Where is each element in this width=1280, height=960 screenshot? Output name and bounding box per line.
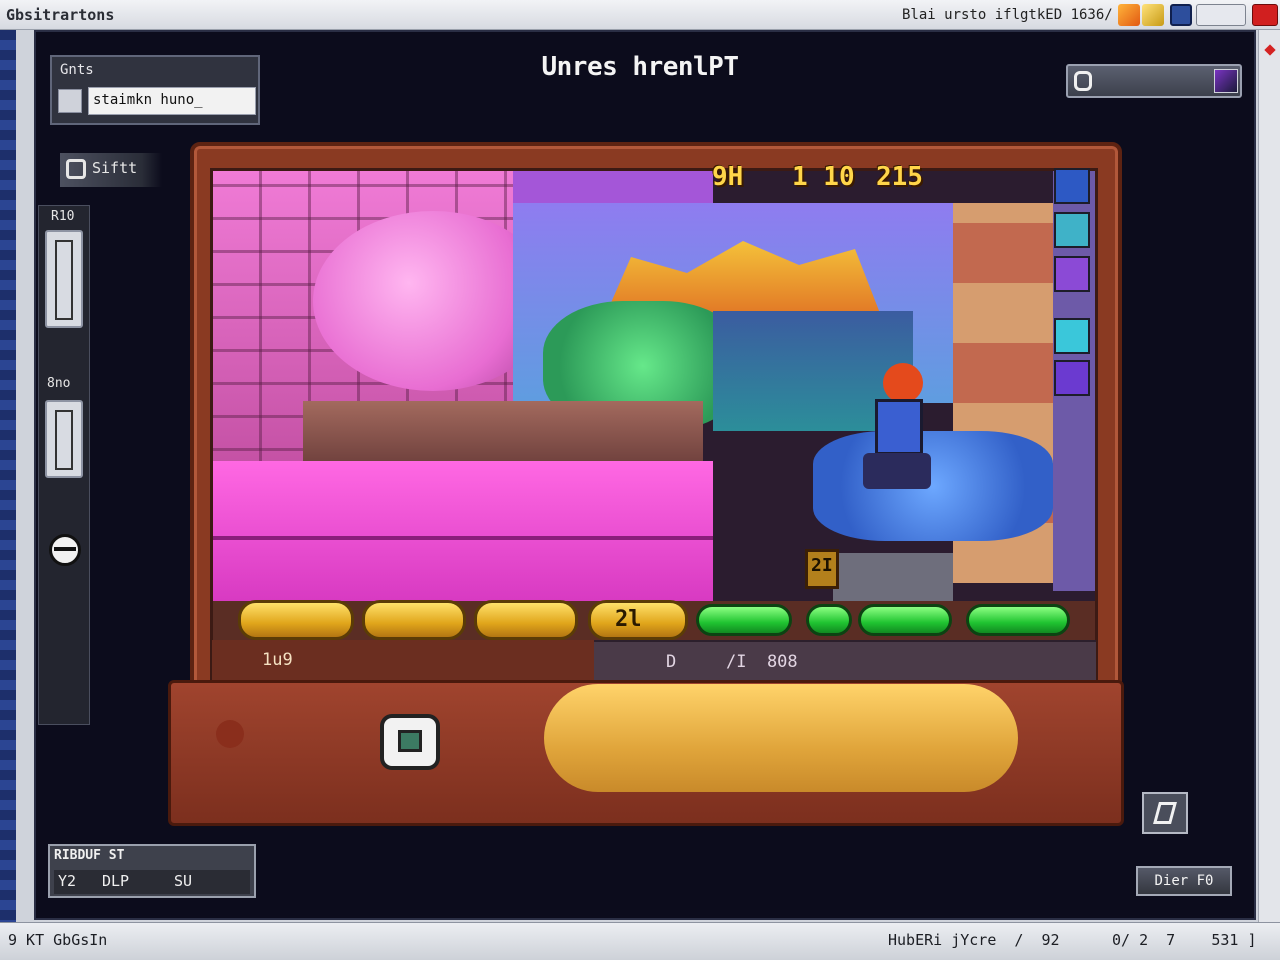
controller-icon[interactable]	[380, 714, 440, 770]
health-pill-1	[696, 604, 792, 636]
profile-label: Gnts	[60, 62, 94, 78]
right-scrollbar[interactable]	[1258, 30, 1280, 930]
slot2-button[interactable]	[45, 400, 83, 478]
app-title: Gbsitrartons	[6, 6, 115, 24]
hud-score-right: 215	[876, 162, 923, 192]
item-thumb-3[interactable]	[1054, 256, 1090, 292]
message-panel[interactable]	[544, 684, 1018, 792]
action-slot-3[interactable]	[474, 600, 578, 640]
sidebar-tab-label: Siftt	[92, 159, 138, 177]
action-slot-4-label: 2l	[615, 607, 642, 632]
avatar-icon[interactable]	[1214, 69, 1238, 93]
health-pill-4	[966, 604, 1070, 636]
info-bar: D /I 808	[594, 640, 1096, 680]
hero-character[interactable]	[853, 363, 937, 489]
status-left: 9 KT GbGsIn	[8, 931, 108, 949]
stats-value-1: Y2	[58, 872, 77, 890]
slot2-icon	[55, 410, 73, 470]
wand-icon[interactable]	[1142, 4, 1164, 26]
slot1-icon	[55, 240, 73, 320]
slot2-label: 8no	[47, 376, 71, 391]
stone-block	[833, 553, 953, 601]
stats-panel: RIBDUF ST Y2 DLP SU	[48, 844, 256, 898]
item-thumb-2[interactable]	[1054, 212, 1090, 248]
flame-icon[interactable]	[1118, 4, 1140, 26]
user-icon	[58, 89, 82, 113]
status-bar: 9 KT GbGsIn HubERi jYcre / 92 0/ 2 7 531…	[0, 922, 1280, 960]
page-title: Unres hrenlPT	[541, 52, 740, 82]
mid-brown-ledge	[303, 401, 703, 461]
title-bar: Gbsitrartons Blai ursto iflgtkED 1636/	[0, 0, 1280, 30]
slot1-label: R10	[51, 209, 75, 224]
confirm-button[interactable]: Dier F0	[1136, 866, 1232, 896]
action-slot-2[interactable]	[362, 600, 466, 640]
health-pill-3	[858, 604, 952, 636]
minimize-icon[interactable]	[1170, 4, 1192, 26]
close-icon[interactable]	[1252, 4, 1278, 26]
pink-floor	[213, 461, 713, 601]
slot1-button[interactable]	[45, 230, 83, 328]
status-right: 0/ 2 7 531 ]	[1112, 931, 1257, 949]
stats-title: RIBDUF ST	[54, 848, 125, 863]
item-thumb-5[interactable]	[1054, 360, 1090, 396]
search-field[interactable]	[1066, 64, 1242, 98]
item-thumb-4[interactable]	[1054, 318, 1090, 354]
restore-icon[interactable]	[1196, 4, 1246, 26]
action-slot-1[interactable]	[238, 600, 354, 640]
lower-left-label: 1u9	[262, 650, 293, 670]
stats-value-3: SU	[174, 872, 193, 890]
pencil-icon	[1153, 802, 1177, 824]
left-ruler	[0, 30, 16, 930]
top-purple-band	[513, 171, 713, 203]
stats-value-2: DLP	[102, 872, 130, 890]
lock-icon	[1074, 71, 1092, 91]
tray-dot	[216, 720, 244, 748]
info-bar-right: /I 808	[726, 652, 798, 672]
level-marker-label: 2I	[811, 555, 833, 576]
action-slot-4[interactable]: 2l	[588, 600, 688, 640]
diamond-icon	[1264, 44, 1276, 56]
item-thumb-1[interactable]	[1054, 168, 1090, 204]
name-field[interactable]: staimkn huno_	[88, 87, 256, 115]
gear-icon	[66, 159, 86, 179]
status-mid: HubERi jYcre / 92	[888, 931, 1060, 949]
edit-button[interactable]	[1142, 792, 1188, 834]
window-title: Blai ursto iflgtkED 1636/	[902, 7, 1113, 23]
stats-row	[54, 870, 250, 894]
left-toolbar: R10 8no	[38, 205, 90, 725]
info-bar-mid: D	[666, 652, 677, 672]
menu-circle-button[interactable]	[49, 534, 81, 566]
hud-score-left: 9H	[712, 162, 744, 192]
profile-panel: Gnts staimkn huno_	[50, 55, 260, 125]
health-pill-2	[806, 604, 852, 636]
floor-lines	[213, 536, 713, 540]
hud-score-mid: 1 10	[792, 162, 855, 192]
sidebar-tab[interactable]: Siftt	[60, 153, 162, 187]
